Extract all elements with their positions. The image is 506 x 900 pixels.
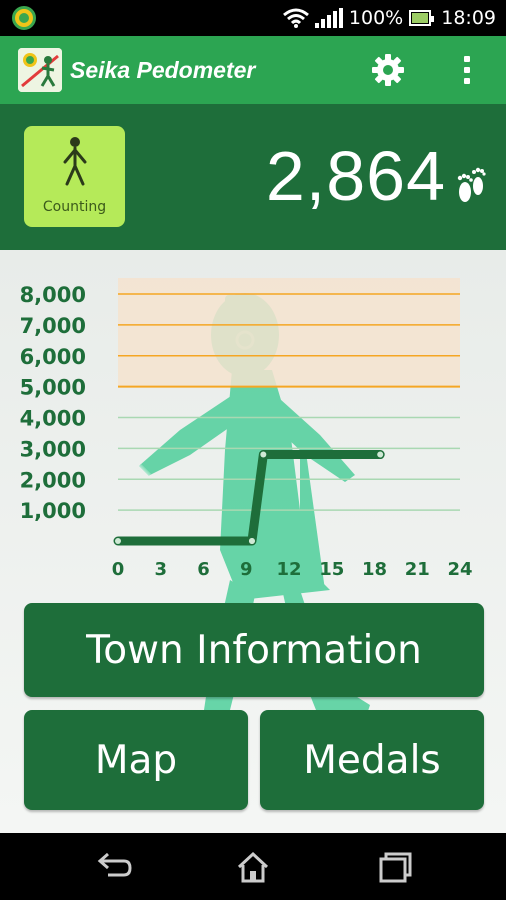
back-icon[interactable] [94,847,134,887]
battery-icon [409,10,435,26]
counting-status-label: Counting [42,199,107,215]
x-tick-label: 21 [405,559,430,580]
navigation-bar [0,833,506,900]
seika-notification-icon [12,6,36,30]
y-tick-label: 4,000 [20,407,86,431]
x-tick-label: 24 [447,559,472,580]
data-point [248,538,255,544]
y-tick-label: 3,000 [20,437,86,461]
data-point [260,451,267,458]
home-icon[interactable] [233,847,273,887]
gear-icon[interactable] [370,52,406,88]
wifi-icon [282,8,309,28]
data-point [377,451,384,458]
x-tick-label: 18 [362,559,387,580]
data-point [115,538,121,544]
y-tick-label: 2,000 [20,468,86,492]
footprints-icon [457,167,486,202]
x-tick-label: 12 [276,559,301,580]
battery-percent: 100% [348,7,404,29]
x-tick-label: 0 [112,559,125,580]
y-tick-label: 5,000 [20,376,86,400]
y-tick-label: 1,000 [20,499,86,523]
x-tick-label: 15 [319,559,344,580]
seika-logo-icon [18,48,62,92]
town-information-button[interactable]: Town Information [24,603,484,697]
medals-button[interactable]: Medals [260,710,484,810]
x-tick-label: 3 [154,559,167,580]
step-count: 2,864 [265,137,446,215]
y-tick-label: 7,000 [20,314,86,338]
recents-icon[interactable] [375,847,415,887]
walking-person-icon [63,137,87,186]
status-icons: 100% 18:09 [282,0,496,36]
x-tick-label: 9 [240,559,253,580]
app-title: Seika Pedometer [70,57,256,83]
signal-icon [314,8,343,28]
y-tick-label: 8,000 [20,283,86,307]
y-tick-label: 6,000 [20,345,86,369]
main-area: 1,000 2,000 3,000 4,000 5,000 6,000 7,000 8,000… [0,250,506,833]
clock: 18:09 [441,7,496,29]
overflow-menu-icon[interactable] [455,52,479,88]
app-bar: Seika Pedometer [0,36,506,104]
map-button[interactable]: Map [24,710,248,810]
status-bar: 100% 18:09 [0,0,506,36]
step-counter-panel: Counting 2,864 [0,104,506,250]
daily-steps-chart: 1,000 2,000 3,000 4,000 5,000 6,000 7,000 8,000… [20,278,473,580]
steps-series-line [113,450,385,546]
counting-toggle-button[interactable]: Counting [24,126,125,227]
x-tick-label: 6 [197,559,210,580]
